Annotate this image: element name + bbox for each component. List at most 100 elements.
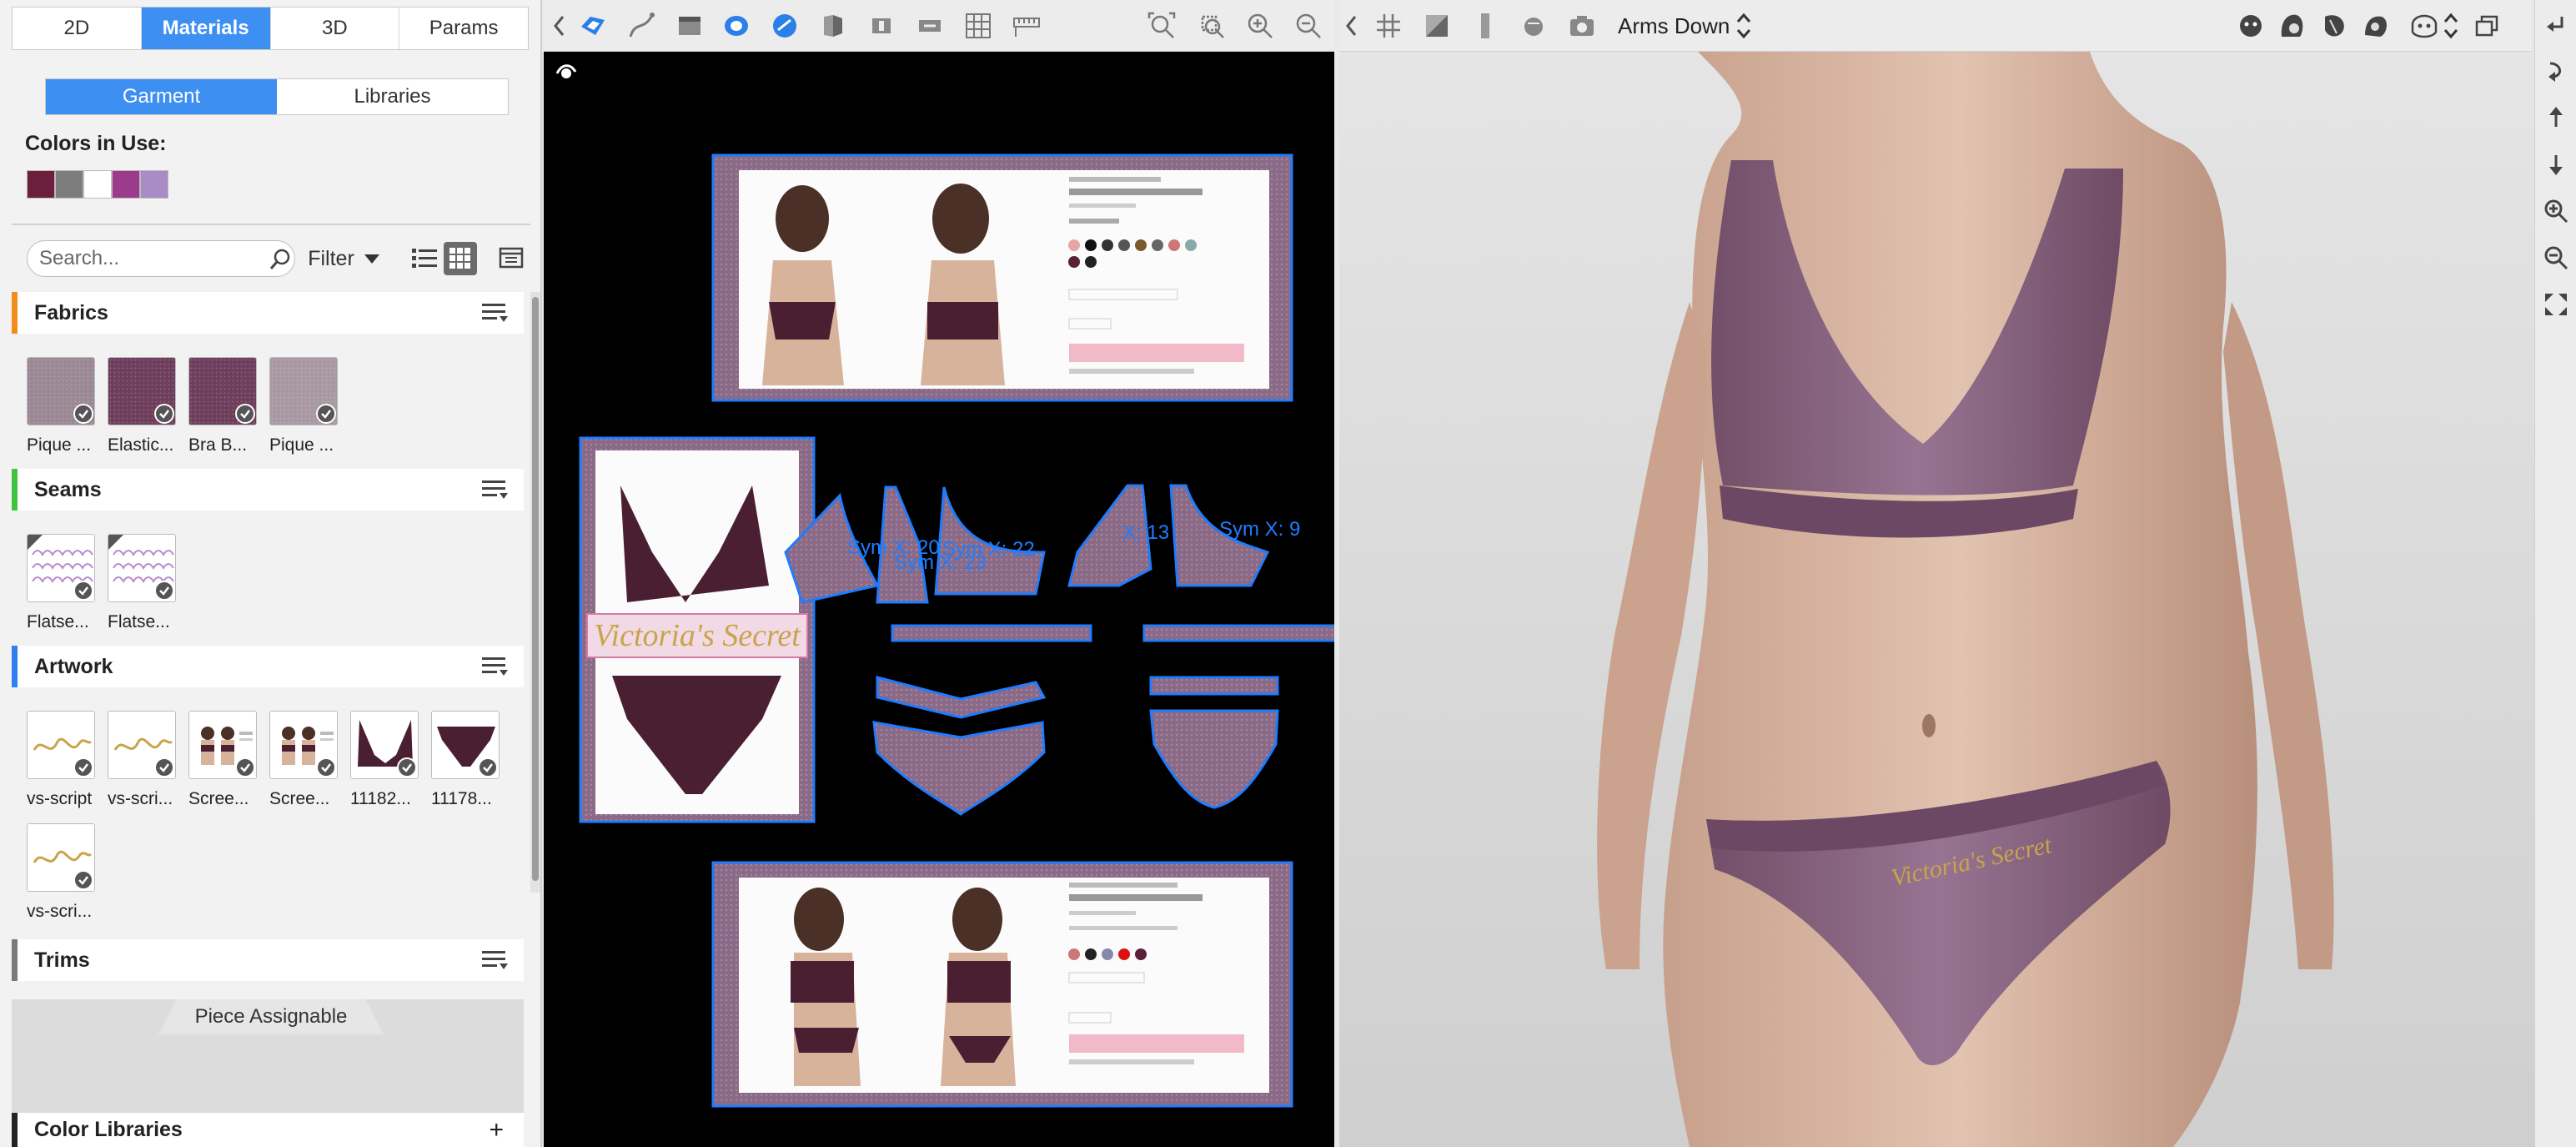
snapshot-icon[interactable] bbox=[1568, 12, 1596, 40]
3d-avatar-viewport[interactable]: Victoria's Secret bbox=[1339, 52, 2532, 1147]
color-swatch[interactable] bbox=[140, 170, 168, 199]
ruler-icon[interactable] bbox=[1012, 12, 1041, 40]
grid-view-button[interactable] bbox=[444, 242, 477, 275]
texture-toggle-icon[interactable] bbox=[1423, 12, 1451, 40]
grid-icon[interactable] bbox=[1374, 12, 1403, 40]
collapse-toolbar-icon[interactable] bbox=[552, 12, 567, 40]
check-icon bbox=[316, 757, 336, 777]
search-icon[interactable] bbox=[268, 247, 293, 272]
material-item[interactable]: 11178... bbox=[431, 711, 512, 819]
section-menu-icon[interactable] bbox=[482, 656, 509, 677]
check-icon bbox=[478, 757, 498, 777]
material-label: Flatse... bbox=[108, 612, 170, 631]
check-icon bbox=[316, 404, 336, 424]
camera-view-icon[interactable] bbox=[1519, 12, 1548, 40]
library-options-button[interactable] bbox=[495, 242, 529, 275]
zoom-out-icon[interactable] bbox=[1294, 12, 1323, 40]
material-label: vs-scri... bbox=[27, 902, 93, 921]
move-down-icon[interactable] bbox=[2543, 152, 2568, 177]
material-item[interactable]: vs-scri... bbox=[27, 823, 108, 932]
zoom-selection-icon[interactable] bbox=[1198, 12, 1226, 40]
rectangle-tool-icon[interactable] bbox=[675, 12, 704, 40]
artwork-board-bottom[interactable] bbox=[711, 861, 1293, 1108]
tack-icon[interactable] bbox=[916, 12, 944, 40]
segment-sewing-icon[interactable] bbox=[771, 12, 799, 40]
divider bbox=[12, 224, 530, 225]
collapse-toolbar-icon[interactable] bbox=[1344, 12, 1359, 40]
avatar-face-icon[interactable] bbox=[2410, 12, 2438, 40]
zoom-out-icon[interactable] bbox=[2543, 245, 2568, 270]
measure-icon[interactable] bbox=[1471, 12, 1499, 40]
fold-icon[interactable] bbox=[819, 12, 847, 40]
color-swatch[interactable] bbox=[55, 170, 83, 199]
pose-spinner-icon[interactable] bbox=[1735, 12, 1753, 40]
filter-label: Filter bbox=[308, 246, 354, 270]
material-label: vs-scri... bbox=[108, 789, 173, 808]
pattern-pieces-bra[interactable] bbox=[784, 484, 1334, 642]
2d-toolbar bbox=[544, 0, 1334, 52]
search-input[interactable] bbox=[39, 246, 256, 271]
tab-materials[interactable]: Materials bbox=[141, 8, 271, 49]
check-icon bbox=[154, 581, 174, 601]
mode-tabs: 2D Materials 3D Params bbox=[12, 7, 529, 50]
section-artwork[interactable]: Artwork bbox=[12, 646, 524, 687]
avatar-shoes-icon[interactable] bbox=[2320, 12, 2348, 40]
material-item[interactable]: Flatse... bbox=[108, 534, 188, 642]
material-item[interactable]: Pique ... bbox=[27, 357, 108, 465]
avatar-accessory-icon[interactable] bbox=[2362, 12, 2390, 40]
grid-icon[interactable] bbox=[964, 12, 992, 40]
2d-pattern-canvas[interactable]: Victoria's Secret Sym X: 20 Sym X: 22 Sy… bbox=[544, 52, 1334, 1147]
filter-dropdown[interactable]: Filter bbox=[299, 240, 389, 277]
artwork-board-top[interactable] bbox=[711, 153, 1293, 402]
move-up-icon[interactable] bbox=[2543, 105, 2568, 130]
scrollbar-thumb[interactable] bbox=[532, 297, 539, 881]
material-item[interactable]: 11182... bbox=[350, 711, 431, 819]
section-seams[interactable]: Seams bbox=[12, 469, 524, 511]
section-fabrics[interactable]: Fabrics bbox=[12, 292, 524, 334]
tab-libraries[interactable]: Libraries bbox=[277, 79, 508, 114]
artwork-board-logo[interactable]: Victoria's Secret bbox=[579, 436, 816, 823]
material-item[interactable]: Scree... bbox=[188, 711, 269, 819]
section-title: Trims bbox=[34, 948, 90, 972]
color-swatch[interactable] bbox=[27, 170, 55, 199]
pose-selector[interactable]: Arms Down bbox=[1618, 13, 1730, 39]
zoom-in-icon[interactable] bbox=[1246, 12, 1274, 40]
avatar-head-icon[interactable] bbox=[2237, 12, 2265, 40]
add-icon[interactable]: + bbox=[489, 1116, 504, 1144]
window-restore-icon[interactable] bbox=[2473, 12, 2502, 40]
material-item[interactable]: Pique ... bbox=[269, 357, 350, 465]
material-item[interactable]: Bra B... bbox=[188, 357, 269, 465]
zoom-in-icon[interactable] bbox=[2543, 199, 2568, 224]
section-trims[interactable]: Trims bbox=[12, 939, 524, 981]
material-item[interactable]: Elastic... bbox=[108, 357, 188, 465]
section-menu-icon[interactable] bbox=[482, 479, 509, 501]
section-color-libraries[interactable]: Color Libraries + bbox=[12, 1113, 524, 1147]
material-item[interactable]: vs-script bbox=[27, 711, 108, 819]
section-menu-icon[interactable] bbox=[482, 949, 509, 971]
avatar-spinner-icon[interactable] bbox=[2442, 12, 2460, 40]
fit-view-icon[interactable] bbox=[2543, 292, 2568, 317]
list-view-button[interactable] bbox=[409, 242, 442, 275]
tab-params[interactable]: Params bbox=[399, 8, 528, 49]
canvas-gizmo-icon[interactable] bbox=[555, 64, 577, 78]
color-swatch[interactable] bbox=[112, 170, 140, 199]
zoom-to-fit-icon[interactable] bbox=[1147, 12, 1176, 40]
material-item[interactable]: Flatse... bbox=[27, 534, 108, 642]
internal-polygon-icon[interactable] bbox=[722, 12, 751, 40]
material-item[interactable]: Scree... bbox=[269, 711, 350, 819]
edit-curve-icon[interactable] bbox=[627, 12, 655, 40]
pin-icon[interactable] bbox=[867, 12, 896, 40]
material-item[interactable]: vs-scri... bbox=[108, 711, 188, 819]
section-menu-icon[interactable] bbox=[482, 302, 509, 324]
redo-icon[interactable] bbox=[2543, 58, 2568, 83]
undo-icon[interactable] bbox=[2543, 13, 2568, 38]
tab-garment[interactable]: Garment bbox=[46, 79, 277, 114]
color-swatch[interactable] bbox=[83, 170, 112, 199]
tab-2d[interactable]: 2D bbox=[13, 8, 142, 49]
avatar-hair-icon[interactable] bbox=[2278, 12, 2307, 40]
edit-pattern-icon[interactable] bbox=[579, 12, 607, 40]
pattern-pieces-panty[interactable] bbox=[872, 676, 1279, 816]
tab-3d[interactable]: 3D bbox=[271, 8, 400, 49]
piece-assignable-tab[interactable]: Piece Assignable bbox=[158, 999, 384, 1034]
library-icon bbox=[499, 247, 524, 269]
